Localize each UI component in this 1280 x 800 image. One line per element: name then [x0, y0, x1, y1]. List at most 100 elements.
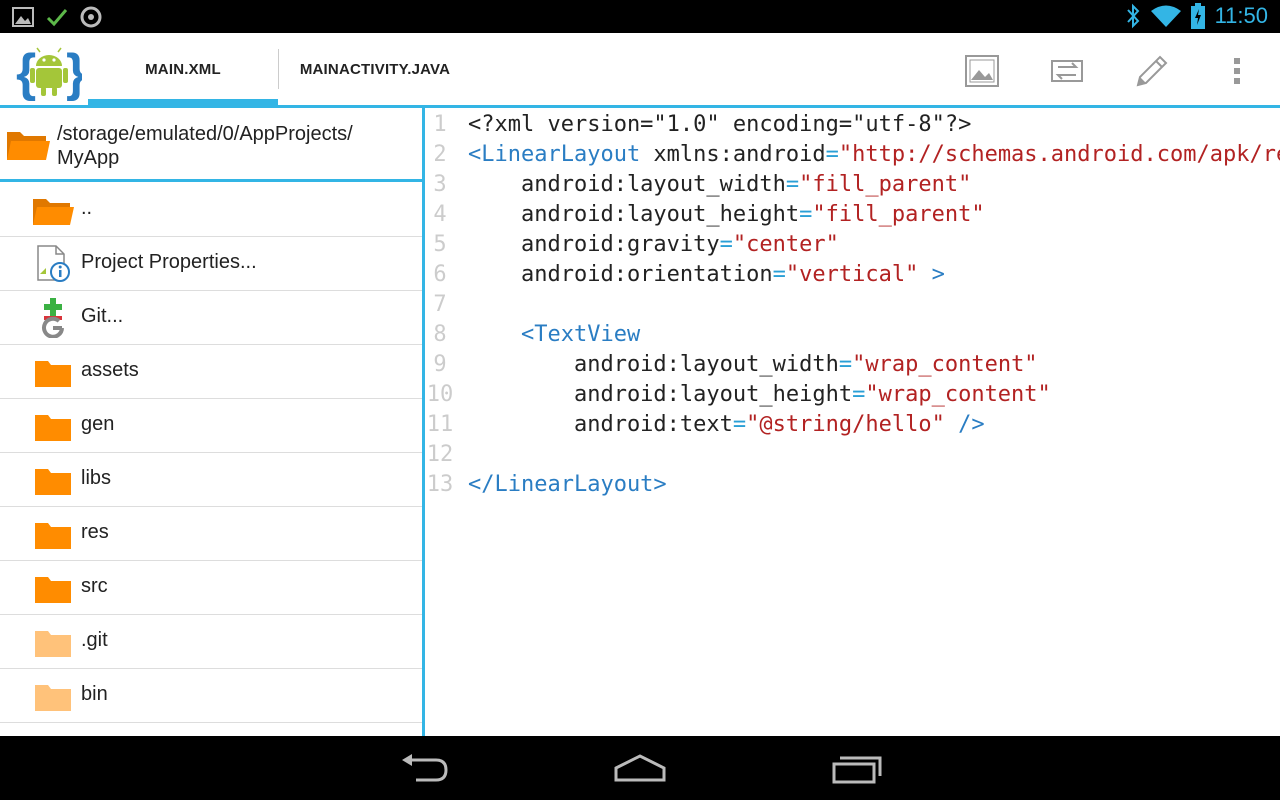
file-list-item-label: Project Properties... — [81, 251, 257, 273]
code-token: "vertical" — [785, 262, 919, 287]
code-token: android:layout_height — [468, 382, 853, 407]
status-bar: 11:50 — [0, 0, 1280, 33]
check-icon — [46, 9, 68, 27]
file-list-item[interactable]: Project Properties... — [0, 237, 422, 291]
code-line: 6 android:orientation="vertical" > — [425, 260, 1280, 290]
code-token: android:layout_width — [468, 352, 839, 377]
code-token: "center" — [732, 232, 839, 257]
back-icon[interactable] — [396, 752, 452, 786]
code-line: 7 — [425, 290, 1280, 320]
code-token: "http://schemas.android.com/apk/res/andr… — [838, 142, 1280, 167]
code-line: 11 android:text="@string/hello" /> — [425, 410, 1280, 440]
file-list-item-label: libs — [81, 467, 112, 489]
open-folder-icon — [7, 132, 50, 160]
code-line: 4 android:layout_height="fill_parent" — [425, 200, 1280, 230]
navigation-bar — [0, 736, 1280, 800]
code-token: = — [852, 382, 866, 407]
file-list-item[interactable]: libs — [0, 453, 422, 507]
file-list-item-label: gen — [81, 413, 115, 435]
path-bar[interactable]: /storage/emulated/0/AppProjects/ MyApp — [0, 108, 422, 182]
home-icon[interactable] — [612, 752, 668, 786]
code-line: 13 </LinearLayout> — [425, 470, 1280, 500]
code-token: "wrap_content" — [865, 382, 1051, 407]
file-browser: /storage/emulated/0/AppProjects/ MyApp .… — [0, 108, 425, 736]
file-list-item-label: .git — [81, 629, 108, 651]
project-properties-icon — [32, 244, 74, 282]
file-list-item-label: assets — [81, 359, 139, 381]
clock: 11:50 — [1214, 3, 1268, 28]
code-token: "fill_parent" — [812, 202, 985, 227]
file-list-item[interactable]: Git... — [0, 291, 422, 345]
wifi-icon — [1150, 5, 1181, 27]
open-folder-icon — [32, 193, 74, 229]
code-text: <LinearLayout xmlns:android="http://sche… — [468, 140, 1280, 170]
code-token: "@string/hello" — [746, 412, 945, 437]
image-preview-icon[interactable] — [964, 53, 1000, 89]
file-list-item[interactable]: assets — [0, 345, 422, 399]
gallery-icon — [12, 7, 34, 27]
file-list-item[interactable]: .git — [0, 615, 422, 669]
code-line: 3 android:layout_width="fill_parent" — [425, 170, 1280, 200]
code-line: 10 android:layout_height="wrap_content" — [425, 380, 1280, 410]
recents-icon[interactable] — [828, 752, 884, 786]
line-number: 12 — [426, 442, 454, 467]
current-path: /storage/emulated/0/AppProjects/ MyApp — [57, 122, 353, 170]
code-line: 8 <TextView — [425, 320, 1280, 350]
line-number: 1 — [433, 112, 447, 137]
file-list-item-label: .. — [81, 197, 93, 219]
line-number: 10 — [426, 382, 454, 407]
bluetooth-icon — [1126, 3, 1139, 29]
light-folder-icon — [32, 625, 74, 661]
line-number: 4 — [433, 202, 447, 227]
code-token: "wrap_content" — [852, 352, 1038, 377]
line-number: 3 — [433, 172, 447, 197]
sync-icon — [80, 6, 102, 28]
file-list-item-label: bin — [81, 683, 108, 705]
file-list-item[interactable]: res — [0, 507, 422, 561]
line-number: 11 — [426, 412, 454, 437]
line-number: 6 — [433, 262, 447, 287]
file-list-item[interactable]: src — [0, 561, 422, 615]
code-token: = — [732, 412, 747, 437]
code-line: 12 — [425, 440, 1280, 470]
line-number: 2 — [433, 142, 447, 167]
code-token: android:gravity — [468, 232, 720, 257]
code-token: = — [799, 202, 813, 227]
code-text: android:layout_height="wrap_content" — [468, 380, 1051, 410]
folder-icon — [32, 409, 74, 445]
tab-divider — [278, 49, 279, 89]
code-text: android:layout_width="fill_parent" — [468, 170, 971, 200]
line-number: 5 — [433, 232, 447, 257]
svg-text:}: } — [66, 44, 82, 102]
code-token: "fill_parent" — [799, 172, 972, 197]
code-text: </LinearLayout> — [468, 470, 667, 500]
path-line: /storage/emulated/0/AppProjects/ — [57, 123, 353, 145]
code-text: android:orientation="vertical" > — [468, 260, 945, 290]
folder-icon — [32, 571, 74, 607]
line-number: 13 — [426, 472, 454, 497]
light-folder-icon — [32, 679, 74, 715]
code-token: android:text — [468, 412, 733, 437]
code-token: android:layout_height — [468, 202, 800, 227]
switch-icon[interactable] — [1049, 53, 1085, 89]
code-line: 5 android:gravity="center" — [425, 230, 1280, 260]
file-list-item[interactable]: bin — [0, 669, 422, 723]
code-token: <?xml version="1.0" encoding="utf-8"?> — [468, 112, 972, 137]
file-list-item[interactable]: .. — [0, 183, 422, 237]
folder-icon — [32, 355, 74, 391]
tab-main-xml[interactable]: MAIN.XML — [88, 33, 278, 105]
content-area: /storage/emulated/0/AppProjects/ MyApp .… — [0, 108, 1280, 736]
code-editor[interactable]: 1 <?xml version="1.0" encoding="utf-8"?> 2… — [425, 108, 1280, 736]
code-token: <LinearLayout — [468, 142, 641, 167]
code-token: <TextView — [468, 322, 641, 347]
tab-mainactivity-java[interactable]: MAINACTIVITY.JAVA — [280, 33, 470, 105]
overflow-menu-icon[interactable] — [1219, 53, 1255, 89]
code-token: = — [825, 142, 839, 167]
code-token: android:layout_width — [468, 172, 786, 197]
app-logo-icon[interactable]: { } — [16, 40, 82, 102]
code-token: = — [772, 262, 786, 287]
file-list-item[interactable]: gen — [0, 399, 422, 453]
code-line: 2 <LinearLayout xmlns:android="http://sch… — [425, 140, 1280, 170]
pencil-icon[interactable] — [1134, 53, 1170, 89]
tab-label: MAINACTIVITY.JAVA — [299, 60, 451, 78]
